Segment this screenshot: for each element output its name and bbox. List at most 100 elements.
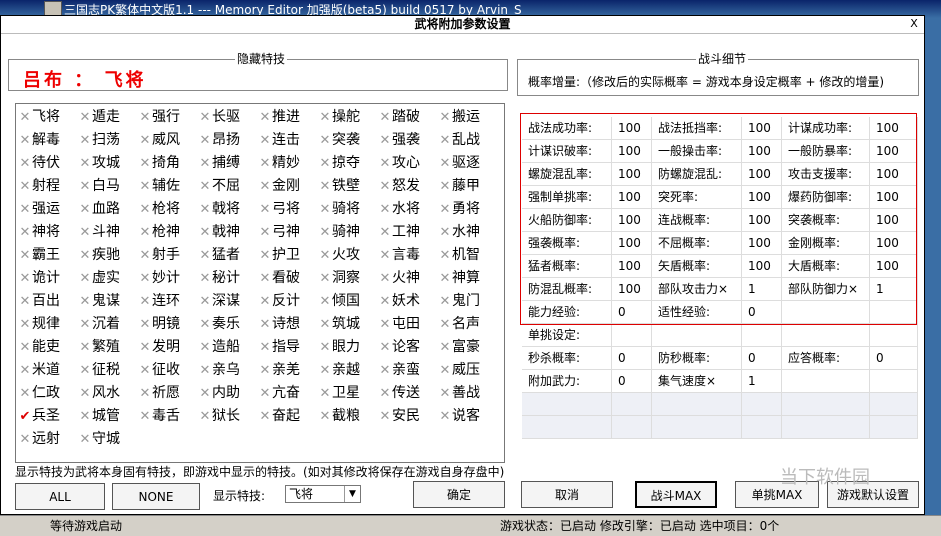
- skill-item[interactable]: ✕ 猛者: [198, 244, 258, 266]
- skill-item[interactable]: ✕ 看破: [258, 267, 318, 289]
- skill-item[interactable]: ✕ 祈愿: [138, 382, 198, 404]
- skill-item[interactable]: ✕ 征收: [138, 359, 198, 381]
- skill-item[interactable]: ✕ 百出: [18, 290, 78, 312]
- skill-item[interactable]: ✕ 卫星: [318, 382, 378, 404]
- skill-item[interactable]: ✕ 戟将: [198, 198, 258, 220]
- battle-value[interactable]: 0: [742, 347, 782, 370]
- skill-item[interactable]: ✕ 强行: [138, 106, 198, 128]
- skill-item[interactable]: ✕ 长驱: [198, 106, 258, 128]
- skill-item[interactable]: ✕ 明镜: [138, 313, 198, 335]
- skill-item[interactable]: ✕ 繁殖: [78, 336, 138, 358]
- battle-value[interactable]: 0: [870, 347, 918, 370]
- skill-item[interactable]: ✕ 掠夺: [318, 152, 378, 174]
- skill-item[interactable]: ✕ 突袭: [318, 129, 378, 151]
- skill-item[interactable]: ✕ 强运: [18, 198, 78, 220]
- skill-item[interactable]: ✕ 亲越: [318, 359, 378, 381]
- skill-item[interactable]: ✔ 兵圣: [18, 405, 78, 427]
- skill-item[interactable]: ✕ 屯田: [378, 313, 438, 335]
- battle-value[interactable]: 0: [612, 370, 652, 393]
- battle-max-button[interactable]: 战斗MAX: [635, 481, 717, 508]
- skill-item[interactable]: ✕ 毒舌: [138, 405, 198, 427]
- battle-value[interactable]: [870, 370, 918, 393]
- battle-value[interactable]: [742, 324, 782, 347]
- skill-item[interactable]: ✕ 踏破: [378, 106, 438, 128]
- skill-item[interactable]: ✕ 不屈: [198, 175, 258, 197]
- skill-item[interactable]: ✕ 亲羌: [258, 359, 318, 381]
- skill-item[interactable]: ✕ 枪神: [138, 221, 198, 243]
- skill-item[interactable]: ✕ 征税: [78, 359, 138, 381]
- skill-item[interactable]: ✕ 神将: [18, 221, 78, 243]
- skill-item[interactable]: ✕ 遁走: [78, 106, 138, 128]
- skill-item[interactable]: ✕ 亲蛮: [378, 359, 438, 381]
- skill-item[interactable]: ✕ 倾国: [318, 290, 378, 312]
- skill-item[interactable]: ✕ 白马: [78, 175, 138, 197]
- skill-item[interactable]: ✕ 狱长: [198, 405, 258, 427]
- skill-item[interactable]: ✕ 洞察: [318, 267, 378, 289]
- skill-item[interactable]: ✕ 造船: [198, 336, 258, 358]
- skill-item[interactable]: ✕ 扫荡: [78, 129, 138, 151]
- skill-item[interactable]: ✕ 亢奋: [258, 382, 318, 404]
- skill-item[interactable]: ✕ 火攻: [318, 244, 378, 266]
- skill-item[interactable]: ✕ 辅佐: [138, 175, 198, 197]
- skill-item[interactable]: ✕ 善战: [438, 382, 498, 404]
- skill-item[interactable]: ✕ 威风: [138, 129, 198, 151]
- skill-item[interactable]: ✕ 神算: [438, 267, 498, 289]
- skill-item[interactable]: ✕ 射手: [138, 244, 198, 266]
- skill-item[interactable]: ✕ 推进: [258, 106, 318, 128]
- skill-item[interactable]: ✕ 言毒: [378, 244, 438, 266]
- skill-item[interactable]: ✕ 铁壁: [318, 175, 378, 197]
- skill-item[interactable]: ✕ 说客: [438, 405, 498, 427]
- skill-item[interactable]: ✕ 乱战: [438, 129, 498, 151]
- skill-item[interactable]: ✕ 眼力: [318, 336, 378, 358]
- skill-item[interactable]: ✕ 安民: [378, 405, 438, 427]
- skill-item[interactable]: ✕ 枪将: [138, 198, 198, 220]
- skill-item[interactable]: ✕ 弓神: [258, 221, 318, 243]
- skill-item[interactable]: ✕ 霸王: [18, 244, 78, 266]
- close-button[interactable]: X: [906, 17, 922, 31]
- confirm-button[interactable]: 确定: [413, 481, 505, 508]
- skill-item[interactable]: ✕ 弓将: [258, 198, 318, 220]
- skill-item[interactable]: ✕ 深谋: [198, 290, 258, 312]
- skill-item[interactable]: ✕ 捕缚: [198, 152, 258, 174]
- skill-item[interactable]: ✕ 搬运: [438, 106, 498, 128]
- skill-item[interactable]: ✕ 城管: [78, 405, 138, 427]
- skill-item[interactable]: ✕ 鬼门: [438, 290, 498, 312]
- skill-item[interactable]: ✕ 仁政: [18, 382, 78, 404]
- skill-item[interactable]: ✕ 亲乌: [198, 359, 258, 381]
- battle-value[interactable]: 0: [612, 347, 652, 370]
- skill-item[interactable]: ✕ 戟神: [198, 221, 258, 243]
- skill-item[interactable]: ✕ 传送: [378, 382, 438, 404]
- skill-item[interactable]: ✕ 藤甲: [438, 175, 498, 197]
- skill-item[interactable]: ✕ 截粮: [318, 405, 378, 427]
- none-button[interactable]: NONE: [112, 483, 200, 510]
- skill-item[interactable]: ✕ 水神: [438, 221, 498, 243]
- battle-value[interactable]: [612, 324, 652, 347]
- skill-item[interactable]: ✕ 名声: [438, 313, 498, 335]
- skill-item[interactable]: ✕ 秘计: [198, 267, 258, 289]
- skill-item[interactable]: ✕ 奋起: [258, 405, 318, 427]
- skill-item[interactable]: ✕ 机智: [438, 244, 498, 266]
- skill-item[interactable]: ✕ 奏乐: [198, 313, 258, 335]
- skill-item[interactable]: ✕ 护卫: [258, 244, 318, 266]
- skill-item[interactable]: ✕ 筑城: [318, 313, 378, 335]
- skill-item[interactable]: ✕ 血路: [78, 198, 138, 220]
- skill-item[interactable]: ✕ 能吏: [18, 336, 78, 358]
- skill-item[interactable]: ✕ 火神: [378, 267, 438, 289]
- skill-item[interactable]: ✕ 连环: [138, 290, 198, 312]
- skill-item[interactable]: ✕ 驱逐: [438, 152, 498, 174]
- skill-item[interactable]: ✕ 攻城: [78, 152, 138, 174]
- skill-item[interactable]: ✕ 内助: [198, 382, 258, 404]
- skill-item[interactable]: ✕ 妙计: [138, 267, 198, 289]
- skill-item[interactable]: ✕ 水将: [378, 198, 438, 220]
- skill-item[interactable]: ✕ 威压: [438, 359, 498, 381]
- skill-item[interactable]: ✕ 金刚: [258, 175, 318, 197]
- skill-item[interactable]: ✕ 待伏: [18, 152, 78, 174]
- skill-item[interactable]: ✕ 远射: [18, 428, 78, 450]
- skill-item[interactable]: ✕ 连击: [258, 129, 318, 151]
- skill-item[interactable]: ✕ 虚实: [78, 267, 138, 289]
- skill-item[interactable]: ✕ 勇将: [438, 198, 498, 220]
- skill-item[interactable]: ✕ 解毒: [18, 129, 78, 151]
- skill-item[interactable]: ✕ 怒发: [378, 175, 438, 197]
- skill-item[interactable]: ✕ 昂扬: [198, 129, 258, 151]
- display-skill-select[interactable]: 飞将 ▼: [285, 485, 361, 503]
